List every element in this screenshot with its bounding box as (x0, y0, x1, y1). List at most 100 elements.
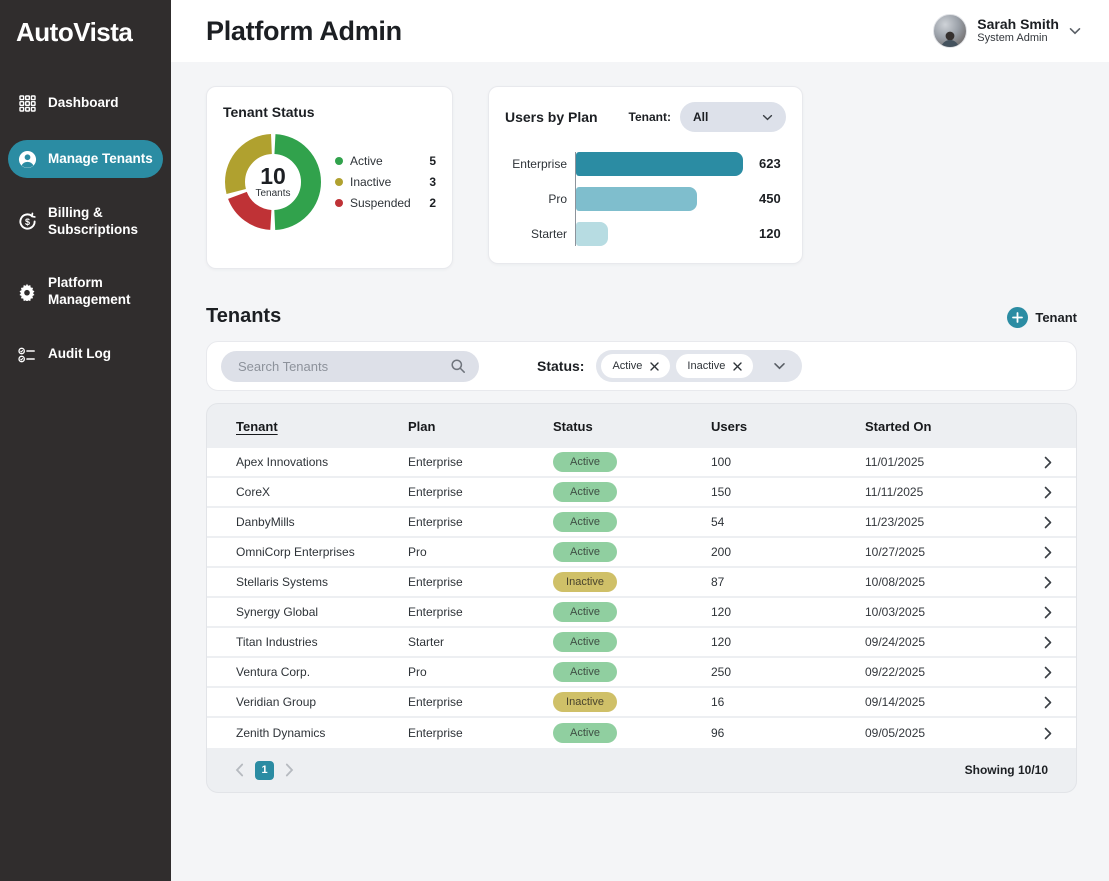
user-role: System Admin (977, 32, 1059, 45)
cell-plan: Starter (408, 635, 553, 649)
cell-users: 96 (711, 726, 865, 740)
chip-label: Inactive (687, 360, 725, 372)
pagination-prev-icon[interactable] (235, 763, 244, 777)
table-row[interactable]: OmniCorp Enterprises Pro Active 200 10/2… (207, 538, 1076, 568)
legend-item-suspended: Suspended 2 (335, 196, 436, 210)
cell-plan: Enterprise (408, 695, 553, 709)
row-chevron-icon[interactable] (1044, 546, 1076, 559)
table-row[interactable]: Apex Innovations Enterprise Active 100 1… (207, 448, 1076, 478)
dashboard-grid-icon (17, 93, 37, 113)
legend-value: 2 (429, 196, 436, 210)
sidebar-item-label: Billing & Subscriptions (48, 205, 154, 239)
cell-tenant: CoreX (236, 485, 408, 499)
table-row[interactable]: Veridian Group Enterprise Inactive 16 09… (207, 688, 1076, 718)
sidebar-item-platform-management[interactable]: Platform Management (8, 266, 163, 318)
status-chip-inactive[interactable]: Inactive (676, 354, 753, 378)
table-header-row: Tenant Plan Status Users Started On (207, 404, 1076, 448)
table-row[interactable]: Zenith Dynamics Enterprise Active 96 09/… (207, 718, 1076, 748)
cell-tenant: Stellaris Systems (236, 575, 408, 589)
row-chevron-icon[interactable] (1044, 606, 1076, 619)
cell-tenant: OmniCorp Enterprises (236, 545, 408, 559)
cell-plan: Enterprise (408, 605, 553, 619)
column-header-users: Users (711, 419, 865, 434)
cell-users: 100 (711, 455, 865, 469)
column-header-tenant[interactable]: Tenant (236, 419, 278, 434)
search-input[interactable] (238, 359, 450, 374)
gear-icon (17, 282, 37, 302)
remove-chip-icon[interactable] (733, 362, 742, 371)
cell-tenant: DanbyMills (236, 515, 408, 529)
remove-chip-icon[interactable] (650, 362, 659, 371)
cell-started-on: 09/14/2025 (865, 695, 1040, 709)
cell-started-on: 10/08/2025 (865, 575, 1040, 589)
status-badge: Inactive (553, 572, 617, 592)
table-row[interactable]: CoreX Enterprise Active 150 11/11/2025 (207, 478, 1076, 508)
table-row[interactable]: Synergy Global Enterprise Active 120 10/… (207, 598, 1076, 628)
cell-tenant: Titan Industries (236, 635, 408, 649)
chevron-down-icon (762, 114, 773, 121)
row-chevron-icon[interactable] (1044, 666, 1076, 679)
add-tenant-button[interactable]: Tenant (1007, 307, 1077, 328)
status-badge: Active (553, 452, 617, 472)
table-body: Apex Innovations Enterprise Active 100 1… (207, 448, 1076, 748)
legend-value: 5 (429, 154, 436, 168)
legend-label: Inactive (350, 175, 391, 189)
row-chevron-icon[interactable] (1044, 727, 1076, 740)
bar-category-label: Enterprise (505, 152, 575, 176)
cell-users: 150 (711, 485, 865, 499)
cell-users: 54 (711, 515, 865, 529)
legend-item-inactive: Inactive 3 (335, 175, 436, 189)
person-icon (17, 149, 37, 169)
sidebar-item-label: Platform Management (48, 275, 154, 309)
cell-plan: Enterprise (408, 485, 553, 499)
status-badge: Active (553, 512, 617, 532)
row-chevron-icon[interactable] (1044, 576, 1076, 589)
cell-users: 16 (711, 695, 865, 709)
svg-text:$: $ (24, 217, 29, 227)
row-chevron-icon[interactable] (1044, 486, 1076, 499)
bar-value: 120 (759, 222, 781, 246)
status-chip-active[interactable]: Active (601, 354, 670, 378)
cell-users: 120 (711, 635, 865, 649)
row-chevron-icon[interactable] (1044, 456, 1076, 469)
cell-plan: Enterprise (408, 455, 553, 469)
sidebar-item-audit-log[interactable]: Audit Log (8, 336, 163, 374)
table-row[interactable]: DanbyMills Enterprise Active 54 11/23/20… (207, 508, 1076, 538)
pagination-next-icon[interactable] (285, 763, 294, 777)
pagination-page-1[interactable]: 1 (255, 761, 274, 780)
sidebar-item-billing[interactable]: $ Billing & Subscriptions (8, 196, 163, 248)
bar-value: 450 (759, 187, 781, 211)
status-filter-select[interactable]: Active Inactive (596, 350, 802, 382)
table-row[interactable]: Stellaris Systems Enterprise Inactive 87… (207, 568, 1076, 598)
sidebar-item-manage-tenants[interactable]: Manage Tenants (8, 140, 163, 178)
table-row[interactable]: Titan Industries Starter Active 120 09/2… (207, 628, 1076, 658)
tenant-status-title: Tenant Status (223, 104, 436, 120)
table-footer: 1 Showing 10/10 (207, 748, 1076, 792)
row-chevron-icon[interactable] (1044, 696, 1076, 709)
legend-dot-suspended (335, 199, 343, 207)
cell-started-on: 11/23/2025 (865, 515, 1040, 529)
chevron-down-icon (773, 362, 786, 370)
status-badge: Active (553, 662, 617, 682)
tenant-filter-select[interactable]: All (680, 102, 786, 132)
user-menu[interactable]: Sarah Smith System Admin (933, 14, 1081, 48)
sidebar-item-dashboard[interactable]: Dashboard (8, 84, 163, 122)
users-by-plan-title: Users by Plan (505, 109, 598, 125)
cell-plan: Pro (408, 545, 553, 559)
sidebar-item-label: Audit Log (48, 346, 111, 363)
donut-legend: Active 5 Inactive 3 Suspended 2 (335, 154, 436, 210)
cell-tenant: Synergy Global (236, 605, 408, 619)
row-chevron-icon[interactable] (1044, 516, 1076, 529)
search-icon (450, 358, 466, 374)
search-box[interactable] (221, 351, 479, 382)
top-bar: Platform Admin Sarah Smith System Admin (171, 0, 1109, 62)
filter-bar: Status: Active Inactive (206, 341, 1077, 391)
user-name: Sarah Smith (977, 16, 1059, 32)
table-row[interactable]: Ventura Corp. Pro Active 250 09/22/2025 (207, 658, 1076, 688)
row-chevron-icon[interactable] (1044, 636, 1076, 649)
bar-pro (576, 187, 697, 211)
legend-item-active: Active 5 (335, 154, 436, 168)
status-badge: Active (553, 482, 617, 502)
status-badge: Active (553, 632, 617, 652)
bar-category-label: Starter (505, 222, 575, 246)
